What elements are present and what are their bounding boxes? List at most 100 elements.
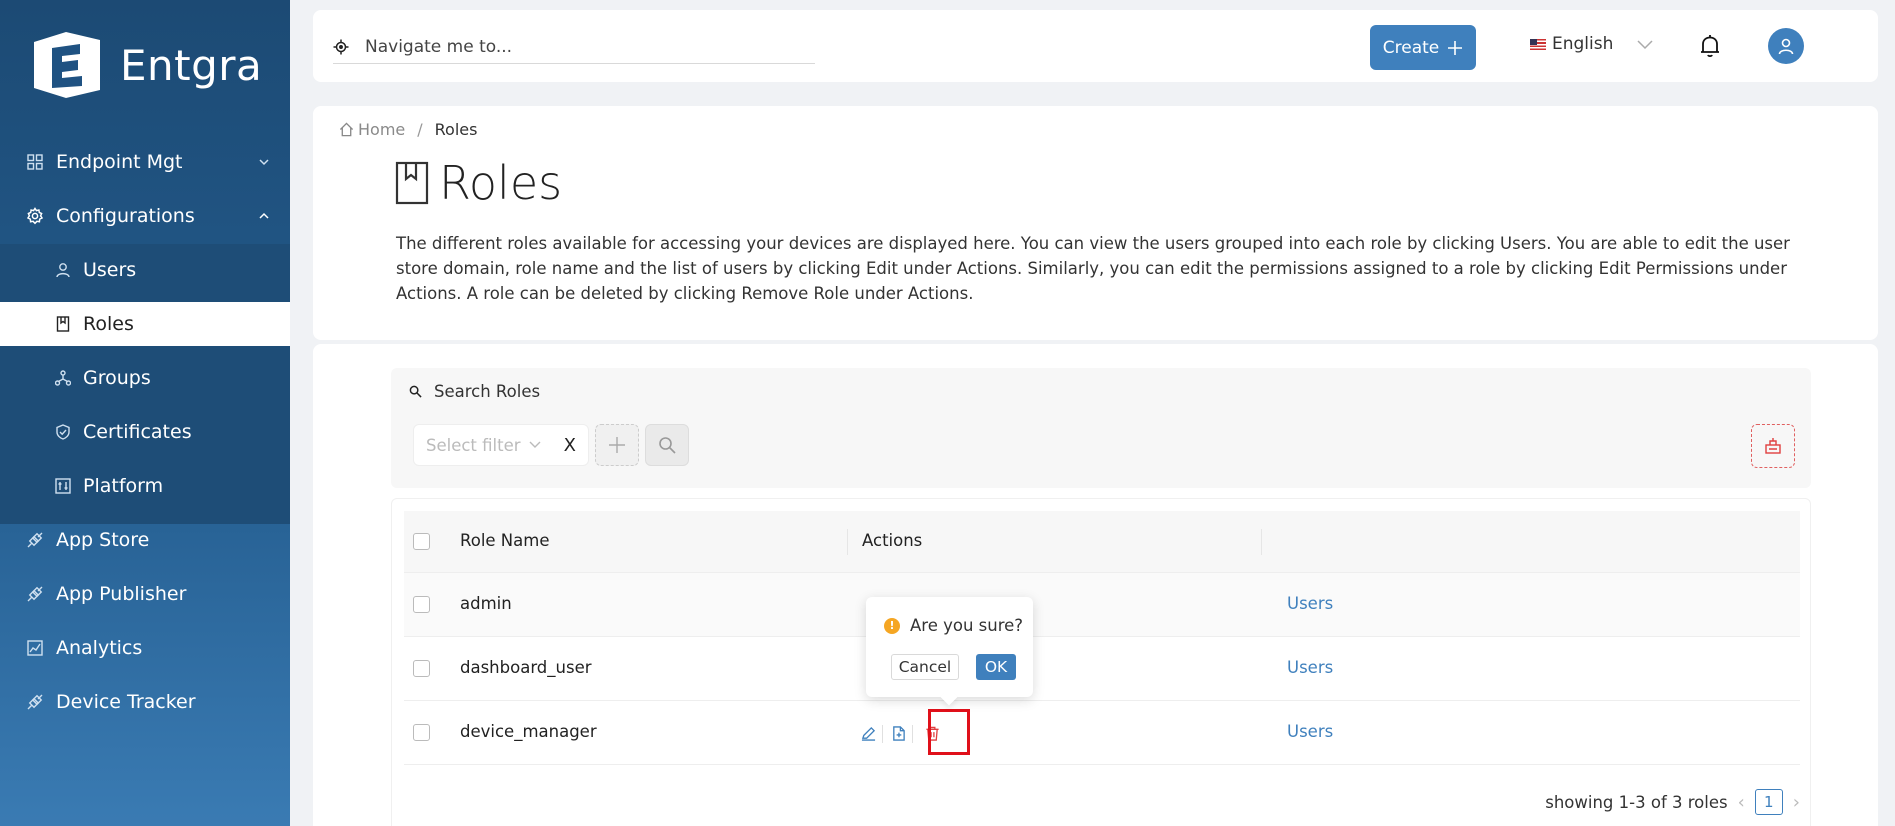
navigate-search-input[interactable] [365, 36, 785, 57]
cancel-button[interactable]: Cancel [891, 654, 959, 680]
users-link[interactable]: Users [1287, 594, 1333, 613]
search-roles-header: Search Roles [409, 382, 540, 401]
sidebar-item-label: Analytics [56, 637, 143, 659]
chevron-down-icon [1637, 40, 1653, 50]
sidebar-item-endpoint-mgt[interactable]: Endpoint Mgt [0, 140, 290, 184]
filter-select-placeholder: Select filter [426, 435, 521, 455]
roles-table: Role Name Actions admin Users dashboard_… [391, 498, 1811, 826]
user-icon [54, 261, 72, 279]
page-title: Roles [395, 156, 562, 210]
ok-button[interactable]: OK [976, 654, 1016, 680]
us-flag-icon [1530, 38, 1546, 50]
sidebar-item-platform[interactable]: Platform [0, 464, 290, 508]
sidebar-item-label: Configurations [56, 205, 195, 227]
role-name: admin [460, 594, 512, 613]
sidebar-item-label: Users [83, 259, 137, 281]
edit-icon [861, 726, 875, 741]
sidebar-item-certificates[interactable]: Certificates [0, 410, 290, 454]
table-row[interactable]: dashboard_user Users [404, 637, 1800, 701]
chevron-up-icon [259, 212, 269, 219]
top-header: Create English [313, 10, 1878, 82]
sidebar-item-app-publisher[interactable]: App Publisher [0, 572, 290, 616]
select-all-checkbox[interactable] [413, 533, 430, 550]
bell-icon [1701, 35, 1719, 58]
pagination: showing 1-3 of 3 roles ‹ 1 › [1545, 789, 1800, 815]
row-checkbox[interactable] [413, 596, 430, 613]
popconfirm-message-text: Are you sure? [910, 616, 1024, 635]
grid-icon [26, 153, 44, 171]
chevron-down-icon [529, 441, 541, 448]
edit-role-button[interactable] [858, 723, 878, 743]
users-link[interactable]: Users [1287, 722, 1333, 741]
user-icon [1778, 38, 1794, 55]
api-icon [26, 531, 44, 549]
language-selector[interactable]: English [1530, 34, 1653, 54]
create-button[interactable]: Create [1370, 25, 1476, 70]
filter-select[interactable]: Select filter X [413, 424, 589, 466]
sidebar-item-label: Roles [83, 313, 134, 335]
bookmark-icon [395, 161, 429, 205]
row-checkbox[interactable] [413, 660, 430, 677]
sidebar-item-groups[interactable]: Groups [0, 356, 290, 400]
delete-confirm-popover: ! Are you sure? Cancel OK [866, 597, 1033, 697]
sidebar-item-label: Certificates [83, 421, 192, 443]
sidebar-item-label: Groups [83, 367, 151, 389]
chevron-down-icon [259, 159, 269, 166]
action-divider [912, 725, 913, 743]
column-header-role-name: Role Name [460, 531, 550, 550]
search-icon [659, 437, 676, 454]
page-header-card: Home / Roles Roles The different roles a… [313, 106, 1878, 340]
delete-selected-button[interactable] [1751, 424, 1795, 468]
search-icon [409, 385, 422, 398]
sidebar-item-configurations[interactable]: Configurations [0, 194, 290, 238]
prev-page-button[interactable]: ‹ [1738, 792, 1745, 813]
breadcrumb-current: Roles [434, 120, 478, 139]
bookmark-icon [54, 315, 72, 333]
breadcrumb: Home / Roles [339, 120, 477, 139]
exclamation-circle-icon: ! [884, 617, 900, 634]
search-panel: Search Roles Select filter X [391, 368, 1811, 488]
brand-name: Entgra [120, 40, 263, 90]
notifications-button[interactable] [1699, 34, 1721, 62]
filter-clear-button[interactable]: X [564, 435, 576, 456]
sidebar-item-users[interactable]: Users [0, 248, 290, 292]
shield-icon [54, 423, 72, 441]
create-button-label: Create [1382, 37, 1440, 58]
page-title-text: Roles [439, 156, 563, 210]
action-divider [882, 725, 883, 743]
sidebar-item-roles[interactable]: Roles [0, 302, 290, 346]
sidebar-item-label: App Publisher [56, 583, 187, 605]
row-checkbox[interactable] [413, 724, 430, 741]
breadcrumb-home-label: Home [358, 120, 406, 139]
sidebar-item-label: Device Tracker [56, 691, 196, 713]
page-number-button[interactable]: 1 [1754, 789, 1783, 815]
sidebar-item-device-tracker[interactable]: Device Tracker [0, 680, 290, 724]
add-filter-button[interactable] [595, 424, 639, 466]
sidebar-item-app-store[interactable]: App Store [0, 518, 290, 562]
breadcrumb-home[interactable]: Home [339, 120, 405, 139]
brand-logo[interactable]: Entgra [30, 30, 262, 100]
gear-icon [26, 207, 44, 225]
popconfirm-message: ! Are you sure? [884, 616, 1023, 635]
sidebar-item-label: Endpoint Mgt [56, 151, 183, 173]
fund-icon [26, 639, 44, 657]
table-row[interactable]: device_manager Users [404, 701, 1800, 765]
clear-icon [1765, 438, 1781, 454]
column-separator [847, 529, 848, 555]
edit-permissions-button[interactable] [888, 723, 908, 743]
search-button[interactable] [645, 424, 689, 466]
cluster-icon [54, 369, 72, 387]
entgra-logo-icon [34, 32, 100, 98]
search-roles-title: Search Roles [434, 382, 541, 401]
page-description: The different roles available for access… [396, 234, 1790, 303]
api-icon [26, 585, 44, 603]
roles-content-card: Search Roles Select filter X Role Name A… [313, 344, 1878, 826]
sidebar-item-label: App Store [56, 529, 150, 551]
users-link[interactable]: Users [1287, 658, 1333, 677]
sidebar-item-analytics[interactable]: Analytics [0, 626, 290, 670]
user-avatar[interactable] [1768, 28, 1804, 64]
table-row[interactable]: admin Users [404, 573, 1800, 637]
api-icon [26, 693, 44, 711]
plus-icon [1448, 40, 1463, 55]
next-page-button[interactable]: › [1793, 792, 1800, 813]
